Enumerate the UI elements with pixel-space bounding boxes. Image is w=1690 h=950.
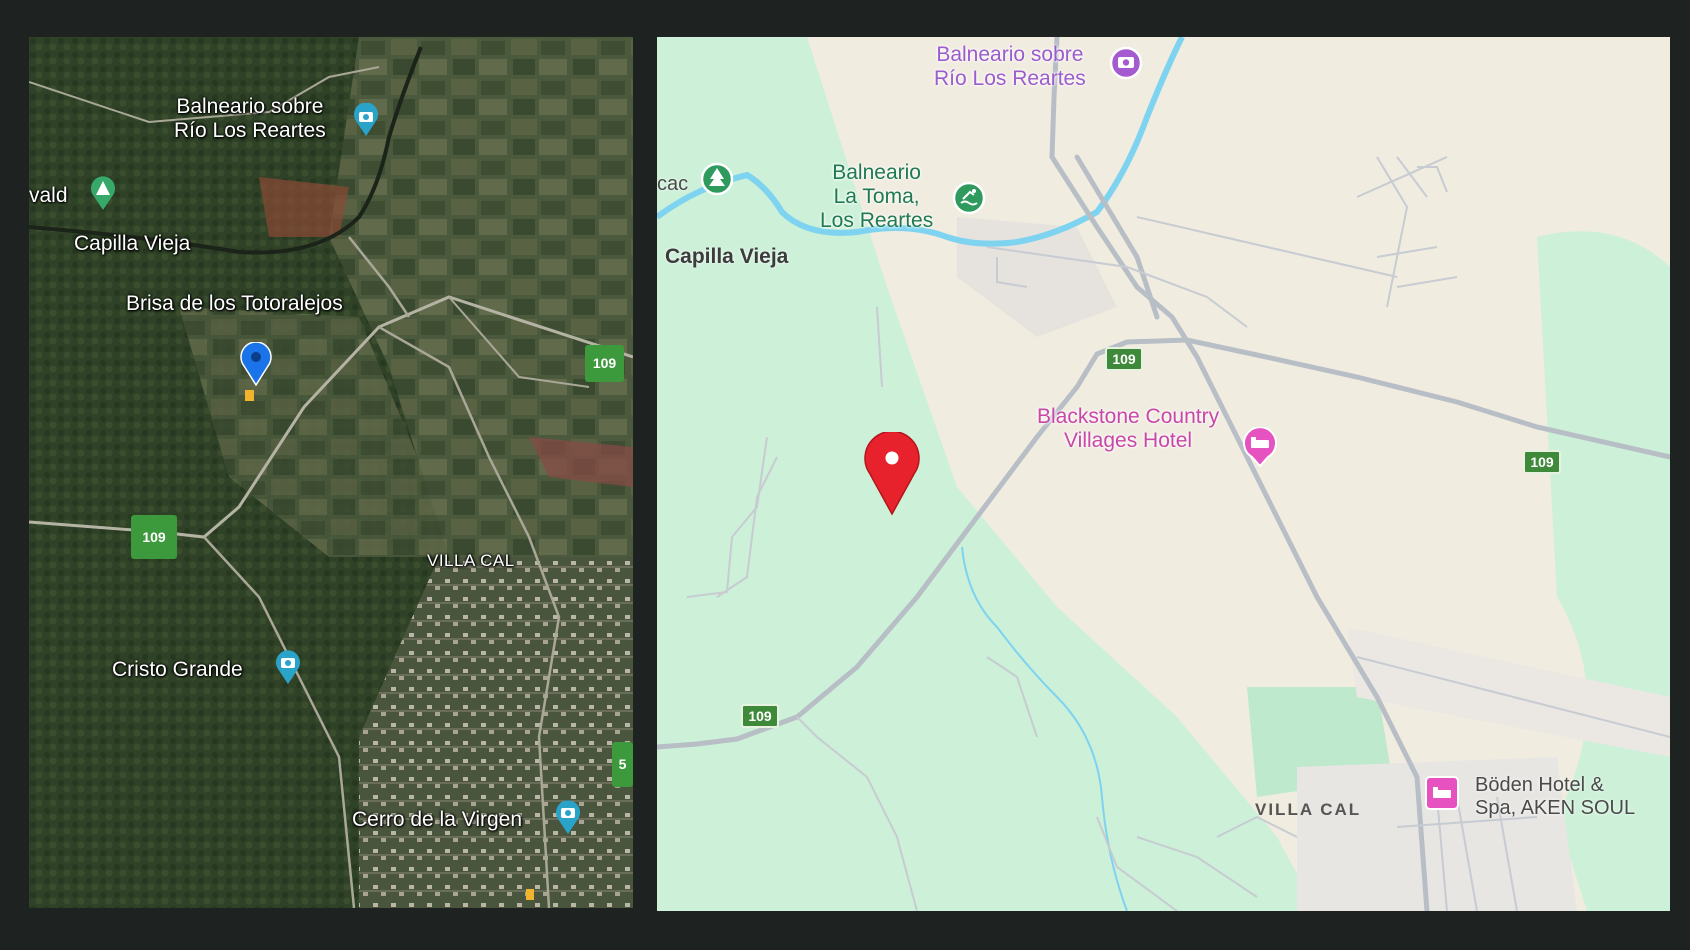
road-map-panel[interactable]: Balneario sobre Río Los Reartes cac Baln… xyxy=(657,37,1670,911)
camera-icon[interactable] xyxy=(352,103,380,137)
tree-icon[interactable] xyxy=(700,162,734,200)
map-pin-icon[interactable] xyxy=(238,342,274,386)
hotel-icon[interactable] xyxy=(1424,775,1460,815)
label-brisa-de-los-totoralejos: Brisa de los Totoralejos xyxy=(126,292,343,315)
route-shield-109: 109 xyxy=(1105,347,1143,371)
label-capilla-vieja: Capilla Vieja xyxy=(74,232,191,255)
photo-marker xyxy=(245,390,254,401)
camera-icon[interactable] xyxy=(1109,46,1143,84)
route-shield-5: 5 xyxy=(612,742,633,787)
satellite-imagery xyxy=(29,37,633,908)
tent-icon[interactable] xyxy=(89,175,117,211)
photo-marker xyxy=(526,889,534,900)
camera-icon[interactable] xyxy=(554,799,582,835)
label-cerro-de-la-virgen: Cerro de la Virgen xyxy=(352,808,523,831)
label-boden-hotel: Böden Hotel & Spa, AKEN SOUL xyxy=(1475,774,1636,819)
label-villa-cal: VILLA CAL xyxy=(427,551,515,570)
label-capilla-vieja: Capilla Vieja xyxy=(665,245,789,268)
label-blackstone-hotel: Blackstone Country Villages Hotel xyxy=(1037,405,1220,453)
camera-icon[interactable] xyxy=(274,649,302,685)
label-balneario-la-toma: Balneario La Toma, Los Reartes xyxy=(820,161,934,233)
selected-location-pin-icon[interactable] xyxy=(862,432,922,516)
label-balneario-rio-los-reartes: Balneario sobre Río Los Reartes xyxy=(174,95,326,143)
hotel-icon[interactable] xyxy=(1242,427,1278,467)
satellite-map-panel[interactable]: Balneario sobre Río Los Reartes vald Cap… xyxy=(29,37,633,908)
label-balneario-rio-los-reartes: Balneario sobre Río Los Reartes xyxy=(934,43,1086,91)
route-shield-109: 109 xyxy=(1523,450,1561,474)
route-shield-109: 109 xyxy=(131,515,177,559)
label-cac: cac xyxy=(657,173,689,195)
route-shield-109: 109 xyxy=(585,345,624,382)
label-villa-cal: VILLA CAL xyxy=(1255,800,1362,819)
route-shield-109: 109 xyxy=(741,704,779,728)
swimming-icon[interactable] xyxy=(952,181,986,219)
label-cristo-grande: Cristo Grande xyxy=(112,658,243,681)
label-vald: vald xyxy=(29,184,68,207)
